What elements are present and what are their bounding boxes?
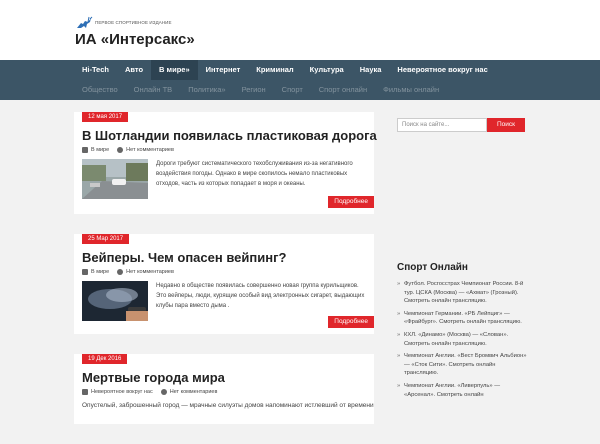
- search-button[interactable]: Поиск: [487, 118, 525, 132]
- post-thumbnail-vape[interactable]: [82, 281, 148, 321]
- post-body: Дороги требуют систематического техобслу…: [74, 153, 374, 199]
- post-card: 12 мая 2017 В Шотландии появилась пласти…: [74, 112, 377, 214]
- post-excerpt: Опустелый, заброшенный город — мрачные с…: [82, 402, 374, 409]
- site-title: ИА «Интерсакс»: [75, 31, 195, 48]
- list-item[interactable]: КХЛ. «Динамо» (Москва) — «Слован». Смотр…: [397, 331, 527, 348]
- nav-item-sport-online[interactable]: Спорт онлайн: [311, 80, 375, 100]
- post-thumbnail-road[interactable]: [82, 159, 148, 199]
- main-navigation: Hi-Tech Авто В мире» Интернет Криминал К…: [0, 60, 600, 100]
- post-body: Недавно в обществе появилась совершенно …: [74, 275, 374, 321]
- nav-item-internet[interactable]: Интернет: [198, 60, 249, 80]
- nav-item-avto[interactable]: Авто: [117, 60, 151, 80]
- folder-icon: [82, 389, 88, 395]
- post-date-badge: 12 мая 2017: [82, 112, 129, 122]
- post-excerpt: Дороги требуют систематического техобслу…: [156, 161, 353, 187]
- nav-primary-row: Hi-Tech Авто В мире» Интернет Криминал К…: [74, 60, 496, 80]
- nav-item-neveroyatnoe[interactable]: Невероятное вокруг нас: [389, 60, 495, 80]
- post-comments[interactable]: Нет комментариев: [126, 269, 174, 275]
- post-date-badge: 25 Мар 2017: [82, 234, 130, 244]
- post-comments[interactable]: Нет комментариев: [126, 147, 174, 153]
- logo-tagline: ПЕРВОЕ СПОРТИВНОЕ ИЗДАНИЕ: [95, 20, 172, 25]
- post-meta: Невероятное вокруг нас Нет комментариев: [74, 385, 374, 395]
- folder-icon: [82, 147, 88, 153]
- post-excerpt: Недавно в обществе появилась совершенно …: [156, 283, 365, 309]
- nav-item-nauka[interactable]: Наука: [352, 60, 390, 80]
- nav-secondary-row: Общество Онлайн ТВ Политика» Регион Спор…: [74, 80, 447, 100]
- post-meta: В мире Нет комментариев: [74, 143, 374, 153]
- post-category[interactable]: В мире: [91, 147, 109, 153]
- sidebar: Поиск на сайте... Поиск: [397, 118, 525, 132]
- sport-online-list: Футбол. Росгосстрах Чемпионат России. 8-…: [397, 280, 527, 403]
- post-card: 25 Мар 2017 Вейперы. Чем опасен вейпинг?…: [74, 234, 374, 334]
- read-more-button[interactable]: Подробнее: [328, 316, 374, 328]
- list-item[interactable]: Футбол. Росгосстрах Чемпионат России. 8-…: [397, 280, 527, 306]
- post-comments[interactable]: Нет комментариев: [170, 389, 218, 395]
- posts-column: 12 мая 2017 В Шотландии появилась пласти…: [74, 112, 377, 444]
- folder-icon: [82, 269, 88, 275]
- read-more-button[interactable]: Подробнее: [328, 196, 374, 208]
- nav-item-obshchestvo[interactable]: Общество: [74, 80, 126, 100]
- post-category[interactable]: Невероятное вокруг нас: [91, 389, 153, 395]
- list-item[interactable]: Чемпионат Англии. «Вест Бромвич Альбион»…: [397, 352, 527, 378]
- nav-item-hi-tech[interactable]: Hi-Tech: [74, 60, 117, 80]
- list-item[interactable]: Чемпионат Германии. «РБ Лейпциг» — «Фрай…: [397, 310, 527, 327]
- nav-item-politika[interactable]: Политика»: [180, 80, 233, 100]
- search-form: Поиск на сайте... Поиск: [397, 118, 525, 132]
- list-item[interactable]: Чемпионат Англии. «Ливерпуль» — «Арсенал…: [397, 382, 527, 399]
- site-logo[interactable]: ПЕРВОЕ СПОРТИВНОЕ ИЗДАНИЕ ИА «Интерсакс»: [75, 16, 195, 48]
- sport-online-widget-title: Спорт Онлайн: [397, 262, 468, 273]
- nav-item-region[interactable]: Регион: [234, 80, 274, 100]
- post-meta: В мире Нет комментариев: [74, 265, 374, 275]
- nav-item-v-mire[interactable]: В мире»: [151, 60, 198, 80]
- nav-item-sport[interactable]: Спорт: [274, 80, 311, 100]
- site-header: ПЕРВОЕ СПОРТИВНОЕ ИЗДАНИЕ ИА «Интерсакс»: [0, 0, 600, 60]
- comment-icon: [160, 389, 167, 395]
- nav-item-kriminal[interactable]: Криминал: [248, 60, 301, 80]
- nav-item-online-tv[interactable]: Онлайн ТВ: [126, 80, 181, 100]
- nav-item-films-online[interactable]: Фильмы онлайн: [375, 80, 447, 100]
- deer-logo-icon: [77, 16, 93, 28]
- search-input[interactable]: Поиск на сайте...: [397, 118, 487, 132]
- nav-item-kultura[interactable]: Культура: [302, 60, 352, 80]
- post-category[interactable]: В мире: [91, 269, 109, 275]
- post-date-badge: 19 Дек 2016: [82, 354, 128, 364]
- post-card: 19 Дек 2016 Мертвые города мира Невероят…: [74, 354, 374, 424]
